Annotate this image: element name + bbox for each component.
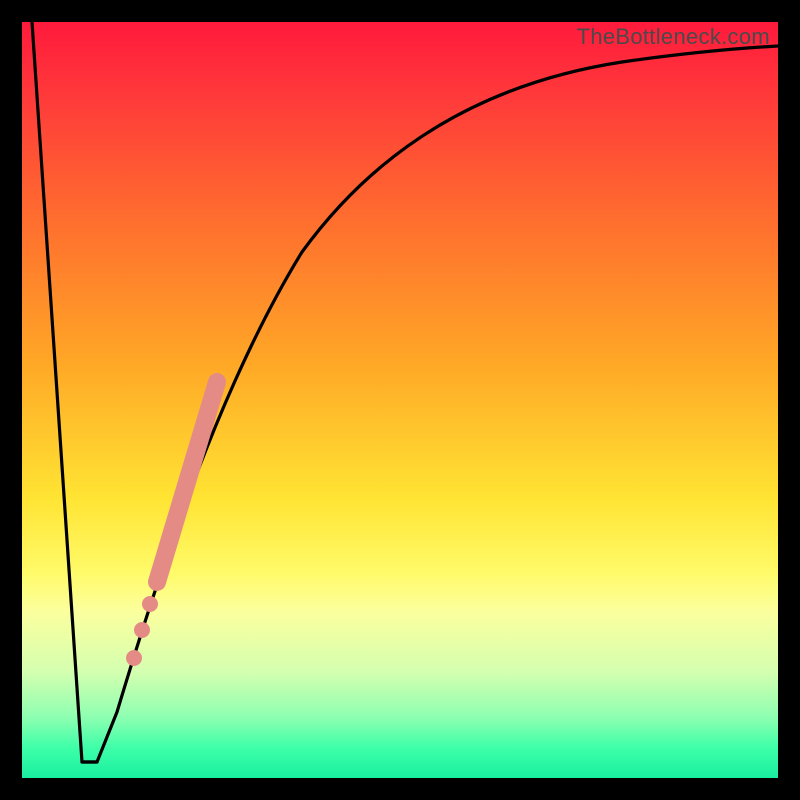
curve-path xyxy=(32,22,778,762)
bottleneck-curve xyxy=(22,22,778,778)
highlight-segment xyxy=(157,382,217,582)
highlight-dot xyxy=(134,622,150,638)
highlight-dot xyxy=(126,650,142,666)
highlight-dot xyxy=(142,596,158,612)
plot-area: TheBottleneck.com xyxy=(22,22,778,778)
chart-frame: TheBottleneck.com xyxy=(0,0,800,800)
